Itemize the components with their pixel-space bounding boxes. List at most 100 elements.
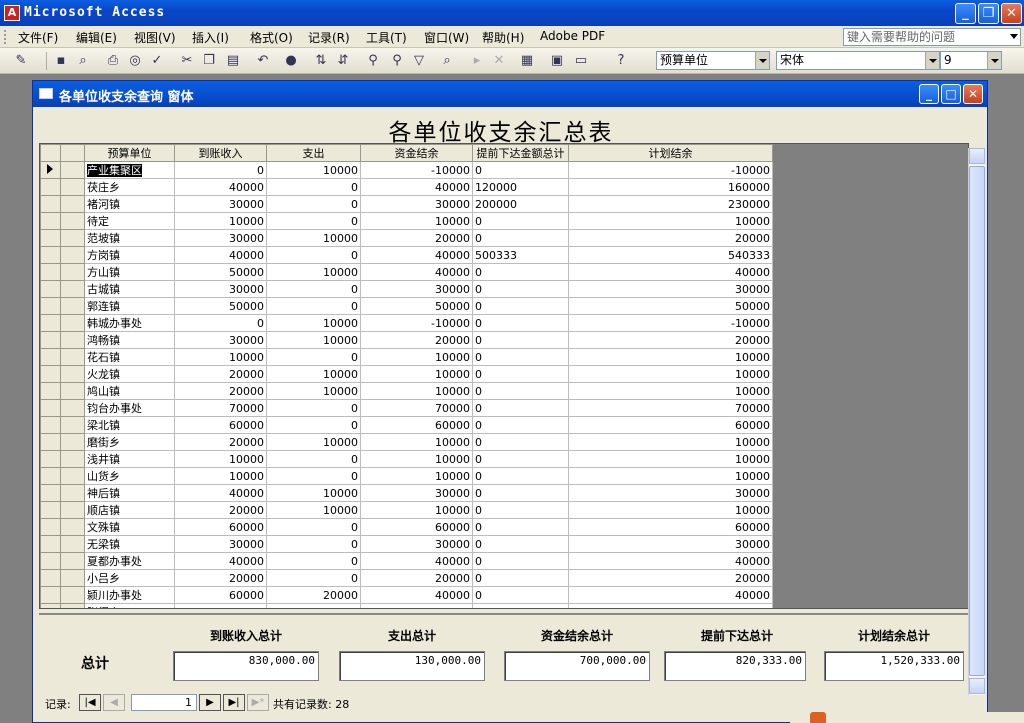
table-cell[interactable]: 0 <box>266 450 361 468</box>
table-cell[interactable]: 40000 <box>174 552 267 570</box>
design-view-icon[interactable]: ✎ <box>12 52 30 70</box>
table-cell[interactable]: 10000 <box>360 467 473 485</box>
table-cell[interactable]: 0 <box>472 365 569 383</box>
form-minimize-button[interactable]: _ <box>919 84 939 104</box>
table-cell[interactable]: 方山镇 <box>84 263 175 281</box>
next-record-button[interactable]: ▶ <box>199 694 221 711</box>
table-cell[interactable]: 0 <box>472 382 569 400</box>
table-row[interactable]: 范坡镇 30000 10000 20000 0 20000 <box>40 229 773 247</box>
table-cell[interactable]: 0 <box>266 552 361 570</box>
table-cell[interactable]: 40000 <box>568 263 773 281</box>
table-cell[interactable]: 0 <box>174 314 267 332</box>
menu-adobe-pdf[interactable]: Adobe PDF <box>540 29 605 43</box>
row-selector-header[interactable] <box>40 144 61 162</box>
table-cell[interactable]: 10000 <box>568 212 773 230</box>
form-maximize-button[interactable]: □ <box>941 84 961 104</box>
table-cell[interactable]: 40000 <box>360 552 473 570</box>
table-cell[interactable]: 60000 <box>360 518 473 536</box>
table-cell[interactable]: 40000 <box>360 586 473 604</box>
table-row[interactable]: 褚河镇 30000 0 30000 200000 230000 <box>40 195 773 213</box>
table-cell[interactable]: 0 <box>266 535 361 553</box>
new-record-icon[interactable]: ▸ <box>468 52 486 70</box>
undo-icon[interactable]: ↶ <box>254 52 272 70</box>
table-row[interactable]: 神后镇 40000 10000 30000 0 30000 <box>40 484 773 502</box>
table-cell[interactable]: 梁北镇 <box>84 416 175 434</box>
table-cell[interactable]: 10000 <box>266 229 361 247</box>
table-cell[interactable]: 60000 <box>568 416 773 434</box>
table-cell[interactable]: 20000 <box>360 331 473 349</box>
table-cell[interactable]: 顺店镇 <box>84 501 175 519</box>
table-cell[interactable]: 40000 <box>360 263 473 281</box>
table-cell[interactable]: 0 <box>472 433 569 451</box>
table-cell[interactable]: 0 <box>472 586 569 604</box>
table-cell[interactable]: 30000 <box>360 535 473 553</box>
table-row[interactable]: 花石镇 10000 0 10000 0 10000 <box>40 348 773 366</box>
column-header-planned-balance[interactable]: 计划结余 <box>568 144 773 162</box>
menu-view[interactable]: 视图(V) <box>134 29 176 46</box>
table-cell[interactable]: 10000 <box>360 433 473 451</box>
table-cell[interactable]: 120000 <box>472 178 569 196</box>
table-cell[interactable]: 20000 <box>266 586 361 604</box>
table-cell[interactable]: 10000 <box>568 450 773 468</box>
previous-record-button[interactable]: ◀ <box>103 694 125 711</box>
table-cell[interactable]: 无梁镇 <box>84 535 175 553</box>
row-selector[interactable] <box>40 314 61 332</box>
scroll-up-button[interactable] <box>969 148 985 164</box>
row-selector[interactable] <box>40 416 61 434</box>
cut-icon[interactable]: ✂ <box>178 52 196 70</box>
table-cell[interactable]: 30000 <box>174 195 267 213</box>
table-row[interactable]: 方岗镇 40000 0 40000 500333 540333 <box>40 246 773 264</box>
row-selector[interactable] <box>40 280 61 298</box>
table-cell[interactable]: 40000 <box>360 246 473 264</box>
table-cell[interactable]: 古城镇 <box>84 280 175 298</box>
table-cell[interactable]: 花石镇 <box>84 348 175 366</box>
table-cell[interactable]: 10000 <box>266 161 361 179</box>
table-cell[interactable]: 0 <box>472 280 569 298</box>
column-header-income[interactable]: 到账收入 <box>174 144 267 162</box>
table-cell[interactable]: 10000 <box>174 467 267 485</box>
table-cell[interactable]: 0 <box>472 501 569 519</box>
table-cell[interactable]: 40000 <box>174 178 267 196</box>
table-cell[interactable]: 0 <box>472 552 569 570</box>
table-cell[interactable]: 10000 <box>568 348 773 366</box>
selected-cell-text[interactable]: 产业集聚区 <box>87 164 142 177</box>
table-cell[interactable]: 20000 <box>360 229 473 247</box>
table-cell[interactable]: 30000 <box>360 484 473 502</box>
field-select-combo[interactable]: 预算单位 <box>656 51 770 70</box>
table-cell[interactable]: 10000 <box>266 382 361 400</box>
table-cell[interactable]: 0 <box>266 518 361 536</box>
row-selector[interactable] <box>40 365 61 383</box>
table-row[interactable]: 火龙镇 20000 10000 10000 0 10000 <box>40 365 773 383</box>
row-selector[interactable] <box>40 161 61 179</box>
help-search-input[interactable]: 键入需要帮助的问题 <box>843 28 1021 46</box>
table-cell[interactable]: 0 <box>472 450 569 468</box>
table-row[interactable]: 方山镇 50000 10000 40000 0 40000 <box>40 263 773 281</box>
table-cell[interactable]: 50000 <box>360 297 473 315</box>
table-cell[interactable]: 70000 <box>360 399 473 417</box>
table-cell[interactable]: 鸿畅镇 <box>84 331 175 349</box>
row-selector[interactable] <box>40 603 61 608</box>
properties-icon[interactable]: ▦ <box>518 52 536 70</box>
table-cell[interactable]: 20000 <box>174 365 267 383</box>
table-cell[interactable]: 230000 <box>568 195 773 213</box>
table-cell[interactable]: 0 <box>266 297 361 315</box>
table-cell[interactable]: 20000 <box>174 382 267 400</box>
row-selector[interactable] <box>40 382 61 400</box>
table-cell[interactable]: 60000 <box>174 586 267 604</box>
table-cell[interactable]: 540333 <box>568 246 773 264</box>
table-cell[interactable]: 0 <box>266 399 361 417</box>
table-cell[interactable]: 0 <box>472 399 569 417</box>
filter-by-selection-icon[interactable]: ⚲ <box>364 52 382 70</box>
table-cell[interactable]: 50000 <box>568 297 773 315</box>
copy-icon[interactable]: ❐ <box>200 52 218 70</box>
row-selector[interactable] <box>40 399 61 417</box>
new-record-button[interactable]: ▶* <box>247 694 269 711</box>
table-row[interactable]: 产业集聚区 0 10000 -10000 0 -10000 <box>40 161 773 179</box>
table-cell[interactable]: 鸠山镇 <box>84 382 175 400</box>
table-cell[interactable]: 10000 <box>568 382 773 400</box>
table-cell[interactable]: 10000 <box>568 433 773 451</box>
table-row[interactable]: 文殊镇 60000 0 60000 0 60000 <box>40 518 773 536</box>
table-cell[interactable]: 10000 <box>266 433 361 451</box>
table-cell[interactable]: 10000 <box>174 450 267 468</box>
current-record-input[interactable]: 1 <box>131 694 197 711</box>
